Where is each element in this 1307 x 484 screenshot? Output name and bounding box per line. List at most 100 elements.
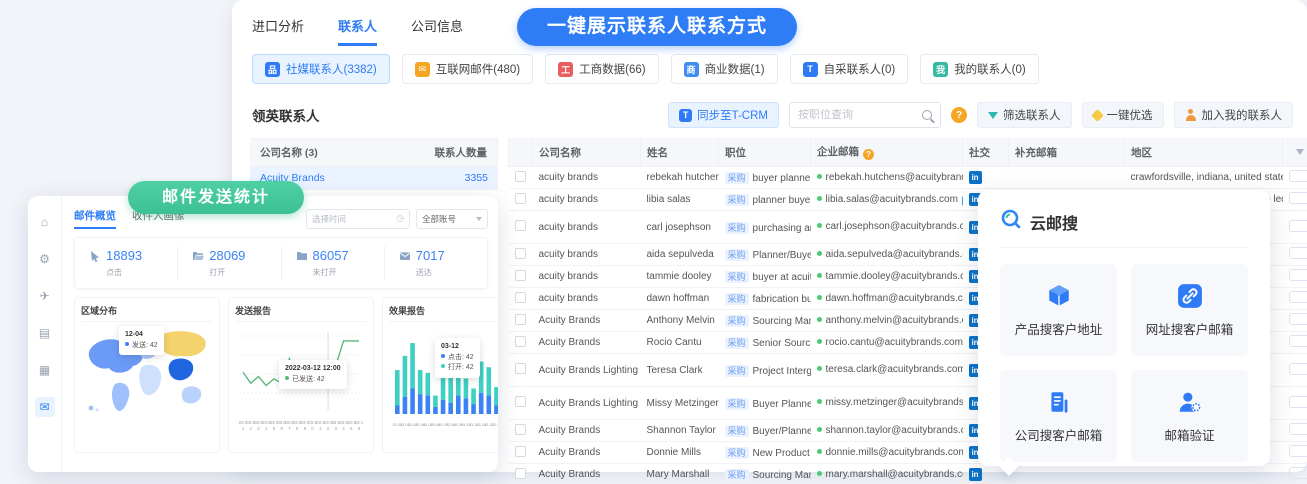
- email-cell: missy.metzinger@acuitybrands.com✓: [811, 387, 963, 420]
- row-action-button[interactable]: [1289, 423, 1307, 435]
- stat-value: 18893: [89, 248, 163, 263]
- email-panel-rail: ⌂ ⚙ ✈ ▤ ▦ ✉: [28, 196, 62, 472]
- role-badge: 采购: [725, 337, 749, 349]
- row-action-button[interactable]: [1289, 220, 1307, 232]
- funnel-icon: [988, 112, 998, 119]
- company-cell: Acuity Brands: [533, 332, 641, 354]
- stat-label: 未打开: [313, 267, 370, 278]
- row-action-button[interactable]: [1289, 313, 1307, 325]
- row-action-button[interactable]: [1289, 247, 1307, 259]
- home-icon[interactable]: ⌂: [35, 212, 55, 232]
- tab-contacts[interactable]: 联系人: [338, 16, 377, 46]
- tab-import-analysis[interactable]: 进口分析: [252, 16, 304, 46]
- row-action-button[interactable]: [1289, 363, 1307, 375]
- row-checkbox[interactable]: [515, 171, 526, 182]
- chip-self-collected-contacts[interactable]: T自采联系人(0): [790, 54, 909, 84]
- company-cell: acuity brands: [533, 211, 641, 244]
- row-checkbox[interactable]: [515, 220, 526, 231]
- row-action-button[interactable]: [1289, 269, 1307, 281]
- report-icon[interactable]: ▦: [35, 360, 55, 380]
- date-range-picker[interactable]: 选择时间 ◷: [306, 209, 410, 229]
- one-click-optimize-button[interactable]: 一键优选: [1082, 102, 1164, 128]
- action-cell: [1283, 288, 1307, 310]
- svg-text:1: 1: [242, 426, 245, 431]
- column-filter-icon[interactable]: [1296, 149, 1304, 155]
- row-action-button[interactable]: [1289, 396, 1307, 408]
- position-search-input[interactable]: [798, 109, 916, 121]
- col-header-0: 公司名称: [533, 138, 641, 167]
- chip-internet-email[interactable]: ✉互联网邮件(480): [402, 54, 533, 84]
- name-cell: dawn hoffman: [641, 288, 719, 310]
- tile-label: 网址搜客户邮箱: [1146, 319, 1234, 338]
- tile-verify-person[interactable]: 邮箱验证: [1131, 370, 1248, 462]
- row-checkbox[interactable]: [515, 336, 526, 347]
- date-placeholder: 选择时间: [312, 213, 346, 225]
- commercial-data-icon: 商: [684, 62, 699, 77]
- chip-label: 自采联系人(0): [824, 61, 896, 77]
- tile-cube[interactable]: 产品搜客户地址: [1000, 264, 1117, 356]
- svg-text:6: 6: [280, 426, 283, 431]
- linkedin-icon[interactable]: in: [969, 171, 982, 184]
- row-action-button[interactable]: [1289, 445, 1307, 457]
- email-cell: dawn.hoffman@acuitybrands.com✓: [811, 288, 963, 310]
- email-charts-row: 区域分布12-04发送: 42发送报告03-0103-0203-0303-040…: [74, 297, 488, 453]
- row-checkbox[interactable]: [515, 248, 526, 259]
- briefcase-icon[interactable]: ▤: [35, 323, 55, 343]
- email-stats-summary: 18893点击28069打开86057未打开7017送达: [74, 237, 488, 289]
- row-action-button[interactable]: [1289, 170, 1307, 182]
- row-action-button[interactable]: [1289, 192, 1307, 204]
- row-checkbox[interactable]: [515, 396, 526, 407]
- add-to-my-contacts-button[interactable]: 加入我的联系人: [1174, 102, 1294, 128]
- row-checkbox[interactable]: [515, 270, 526, 281]
- tab-company-info[interactable]: 公司信息: [411, 16, 463, 46]
- tile-link[interactable]: 网址搜客户邮箱: [1131, 264, 1248, 356]
- social-contacts-icon: 品: [265, 62, 280, 77]
- filter-contacts-button[interactable]: 筛选联系人: [977, 102, 1072, 128]
- verify-person-icon: [1177, 389, 1203, 415]
- cloud-mail-search-panel: 云邮搜 产品搜客户地址网址搜客户邮箱公司搜客户邮箱邮箱验证: [978, 190, 1270, 466]
- chip-commercial-data[interactable]: 商商业数据(1): [671, 54, 778, 84]
- account-select[interactable]: 全部账号: [416, 209, 488, 229]
- stat-folder: 86057未打开: [282, 246, 385, 280]
- row-select-cell: [509, 189, 533, 211]
- gear-icon[interactable]: ⚙: [35, 249, 55, 269]
- send-icon[interactable]: ✈: [35, 286, 55, 306]
- feature-callout: 一键展示联系人联系方式: [517, 8, 797, 46]
- folder-icon: [296, 250, 308, 262]
- role-badge: 采购: [725, 315, 749, 327]
- chip-label: 工商数据(66): [579, 61, 645, 77]
- cloud-mail-logo-icon: [1000, 208, 1022, 235]
- action-cell: [1283, 387, 1307, 420]
- row-checkbox[interactable]: [515, 363, 526, 374]
- role-badge: 采购: [725, 447, 749, 459]
- row-checkbox[interactable]: [515, 314, 526, 325]
- row-checkbox[interactable]: [515, 292, 526, 303]
- row-action-button[interactable]: [1289, 335, 1307, 347]
- one-click-optimize-label: 一键优选: [1107, 107, 1153, 123]
- title-cell: 采购Sourcing Manager: [719, 310, 811, 332]
- name-cell: Anthony Melvin: [641, 310, 719, 332]
- row-checkbox[interactable]: [515, 424, 526, 435]
- name-cell: Missy Metzinger: [641, 387, 719, 420]
- row-checkbox[interactable]: [515, 468, 526, 479]
- tile-label: 邮箱验证: [1164, 425, 1214, 444]
- search-icon[interactable]: [922, 110, 932, 120]
- email-tip-icon[interactable]: ?: [863, 149, 874, 160]
- sync-tcrm-button[interactable]: T 同步至T-CRM: [668, 102, 779, 128]
- row-checkbox[interactable]: [515, 193, 526, 204]
- svg-text:0: 0: [311, 426, 314, 431]
- linkedin-icon[interactable]: in: [969, 468, 982, 481]
- chip-business-registry[interactable]: 工工商数据(66): [545, 54, 658, 84]
- email-verify-icon[interactable]: ✓: [962, 196, 963, 206]
- row-action-button[interactable]: [1289, 291, 1307, 303]
- tile-company[interactable]: 公司搜客户邮箱: [1000, 370, 1117, 462]
- email-cell: tammie.dooley@acuitybrands.com✓: [811, 266, 963, 288]
- help-coin-icon[interactable]: ?: [951, 107, 967, 123]
- row-checkbox[interactable]: [515, 446, 526, 457]
- chip-my-contacts[interactable]: 我我的联系人(0): [920, 54, 1039, 84]
- row-action-button[interactable]: [1289, 467, 1307, 479]
- email-panel-tab-0[interactable]: 邮件概览: [74, 208, 116, 229]
- mail-icon[interactable]: ✉: [35, 397, 55, 417]
- email-cell: rocio.cantu@acuitybrands.com✓: [811, 332, 963, 354]
- chip-social-contacts[interactable]: 品社媒联系人(3382): [252, 54, 390, 84]
